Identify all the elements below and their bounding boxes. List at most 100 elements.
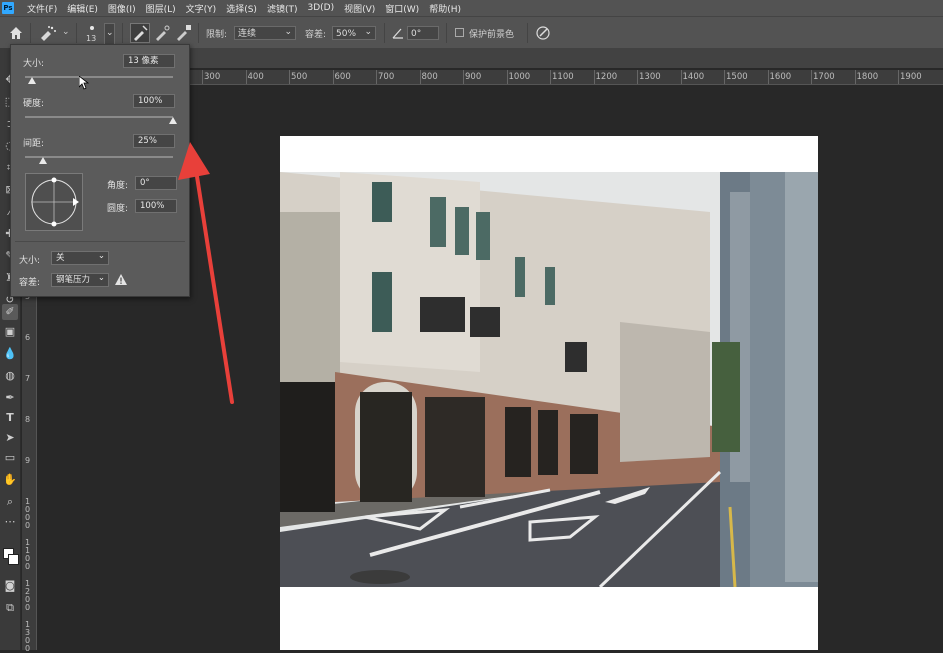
dodge-tool-icon[interactable]: ◍ xyxy=(2,368,18,384)
ruler-tick-mark xyxy=(376,70,377,84)
size-jitter-select[interactable]: 关 ⌄ xyxy=(51,251,109,265)
ruler-tick-label: 1800 xyxy=(856,72,879,82)
menu-layer[interactable]: 图层(L) xyxy=(141,2,181,15)
ruler-tick-mark xyxy=(811,70,812,84)
zoom-tool-icon[interactable]: ⌕ xyxy=(2,494,18,510)
tool-preset-chevron-down-icon[interactable]: ⌄ xyxy=(62,27,70,37)
path-select-tool-icon[interactable]: ➤ xyxy=(2,430,18,446)
ruler-tick-label: 500 xyxy=(291,72,308,82)
size-field[interactable]: 13 像素 xyxy=(123,54,175,68)
mouse-cursor-icon xyxy=(79,76,89,90)
ruler-tick-label: 1900 xyxy=(900,72,922,82)
red-annotation-arrow-icon xyxy=(178,142,234,404)
ruler-tick-label: 1700 xyxy=(813,72,835,82)
ruler-tick-label: 700 xyxy=(378,72,395,82)
chevron-down-icon: ⌄ xyxy=(97,251,105,261)
chevron-down-icon: ⌄ xyxy=(284,27,292,37)
sampling-background-swatch-icon[interactable] xyxy=(174,24,192,42)
type-tool-icon[interactable]: T xyxy=(2,410,18,426)
limit-label: 限制: xyxy=(206,30,228,40)
hardness-slider-track[interactable] xyxy=(25,116,173,118)
blur-tool-icon[interactable]: 💧 xyxy=(2,346,18,362)
ruler-tick-mark xyxy=(202,70,203,84)
ruler-tick-label: 7 xyxy=(25,374,31,383)
home-icon[interactable] xyxy=(8,25,24,41)
protect-foreground-checkbox[interactable] xyxy=(455,28,464,37)
chevron-down-icon: ⌄ xyxy=(97,273,105,283)
magic-eraser-active-tool-icon[interactable]: ✐ xyxy=(2,304,18,320)
tolerance-label: 容差: xyxy=(305,30,327,40)
hardness-slider-thumb[interactable] xyxy=(169,117,177,124)
spacing-field[interactable]: 25% xyxy=(133,134,175,148)
magic-eraser-tool-icon[interactable] xyxy=(38,24,58,42)
menu-image[interactable]: 图像(I) xyxy=(103,2,141,15)
brush-size-display: 13 xyxy=(86,34,97,43)
tolerance-value: 50% xyxy=(336,29,357,39)
rectangle-tool-icon[interactable]: ▭ xyxy=(2,450,18,466)
ruler-tick-mark xyxy=(550,70,551,84)
gradient-tool-icon[interactable]: ▣ xyxy=(2,324,18,340)
chevron-down-icon: ⌄ xyxy=(364,27,372,37)
ruler-tick-label: 1000 xyxy=(508,72,531,82)
ruler-tick-mark xyxy=(898,70,899,84)
hand-tool-icon[interactable]: ✋ xyxy=(2,472,18,488)
ruler-tick-mark xyxy=(289,70,290,84)
menu-edit[interactable]: 编辑(E) xyxy=(62,2,103,15)
sampling-once-icon[interactable] xyxy=(153,24,171,42)
pen-tool-icon[interactable]: ✒ xyxy=(2,390,18,406)
sampling-continuous-icon xyxy=(134,25,148,41)
protect-foreground-label: 保护前景色 xyxy=(469,30,515,40)
document-canvas[interactable] xyxy=(280,136,818,650)
tolerance-field[interactable]: 50% ⌄ xyxy=(332,26,376,40)
brush-tip-icon xyxy=(90,26,94,30)
spacing-slider-track[interactable] xyxy=(25,156,173,158)
ruler-tick-label: 1300 xyxy=(25,620,31,653)
spacing-label: 间距: xyxy=(23,139,45,149)
sampling-continuous-button[interactable] xyxy=(130,23,150,43)
size-slider-track[interactable] xyxy=(25,76,173,78)
tolerance-control-value: 钢笔压力 xyxy=(56,275,91,285)
brush-picker-button[interactable]: ⌄ xyxy=(104,23,115,45)
menu-type[interactable]: 文字(Y) xyxy=(181,2,222,15)
hardness-label: 硬度: xyxy=(23,99,45,109)
limit-select[interactable]: 连续 ⌄ xyxy=(234,26,296,40)
menu-help[interactable]: 帮助(H) xyxy=(424,2,466,15)
brush-angle-roundness-widget[interactable] xyxy=(25,173,83,231)
ruler-tick-mark xyxy=(419,70,421,84)
menu-view[interactable]: 视图(V) xyxy=(339,2,380,15)
menu-file[interactable]: 文件(F) xyxy=(22,2,62,15)
ruler-tick-label: 600 xyxy=(334,72,351,82)
size-slider-thumb[interactable] xyxy=(28,77,37,84)
menu-3d[interactable]: 3D(D) xyxy=(302,3,339,13)
ruler-tick-label: 300 xyxy=(204,72,221,82)
ruler-tick-label: 1200 xyxy=(25,579,31,612)
ruler-tick-mark xyxy=(767,70,769,84)
angle-field[interactable]: 0° xyxy=(407,26,439,40)
size-jitter-value: 关 xyxy=(56,253,65,263)
ruler-tick-mark xyxy=(506,70,508,84)
size-label: 大小: xyxy=(23,59,45,69)
more-tools-icon[interactable]: ⋯ xyxy=(2,514,18,530)
angle-icon xyxy=(392,28,403,39)
screen-mode-icon[interactable]: ⧉ xyxy=(2,600,18,616)
brush-settings-popup: 大小: 13 像素 硬度: 100% 间距: 25% 角度: 0° 圆度: 10… xyxy=(10,44,190,297)
ruler-tick-mark xyxy=(637,70,638,84)
ruler-tick-label: 900 xyxy=(465,72,482,82)
menu-filter[interactable]: 滤镜(T) xyxy=(262,2,303,15)
ruler-tick-label: 6 xyxy=(25,333,31,342)
tolerance-control-select[interactable]: 钢笔压力 ⌄ xyxy=(51,273,109,287)
ruler-tick-label: 800 xyxy=(421,72,438,82)
ruler-tick-mark xyxy=(854,70,856,84)
background-color-swatch[interactable] xyxy=(8,554,19,565)
ruler-tick-label: 1000 xyxy=(25,497,31,530)
spacing-slider-thumb[interactable] xyxy=(38,157,47,164)
quick-mask-icon[interactable]: ◙ xyxy=(2,578,18,594)
hardness-field[interactable]: 100% xyxy=(133,94,175,108)
ruler-tick-label: 1100 xyxy=(552,72,574,82)
ruler-tick-label: 1100 xyxy=(25,538,31,571)
ruler-tick-label: 1600 xyxy=(769,72,792,82)
roundness-label: 圆度: xyxy=(107,204,129,214)
menu-select[interactable]: 选择(S) xyxy=(221,2,262,15)
menu-window[interactable]: 窗口(W) xyxy=(380,2,424,15)
pressure-size-icon[interactable] xyxy=(535,25,551,41)
